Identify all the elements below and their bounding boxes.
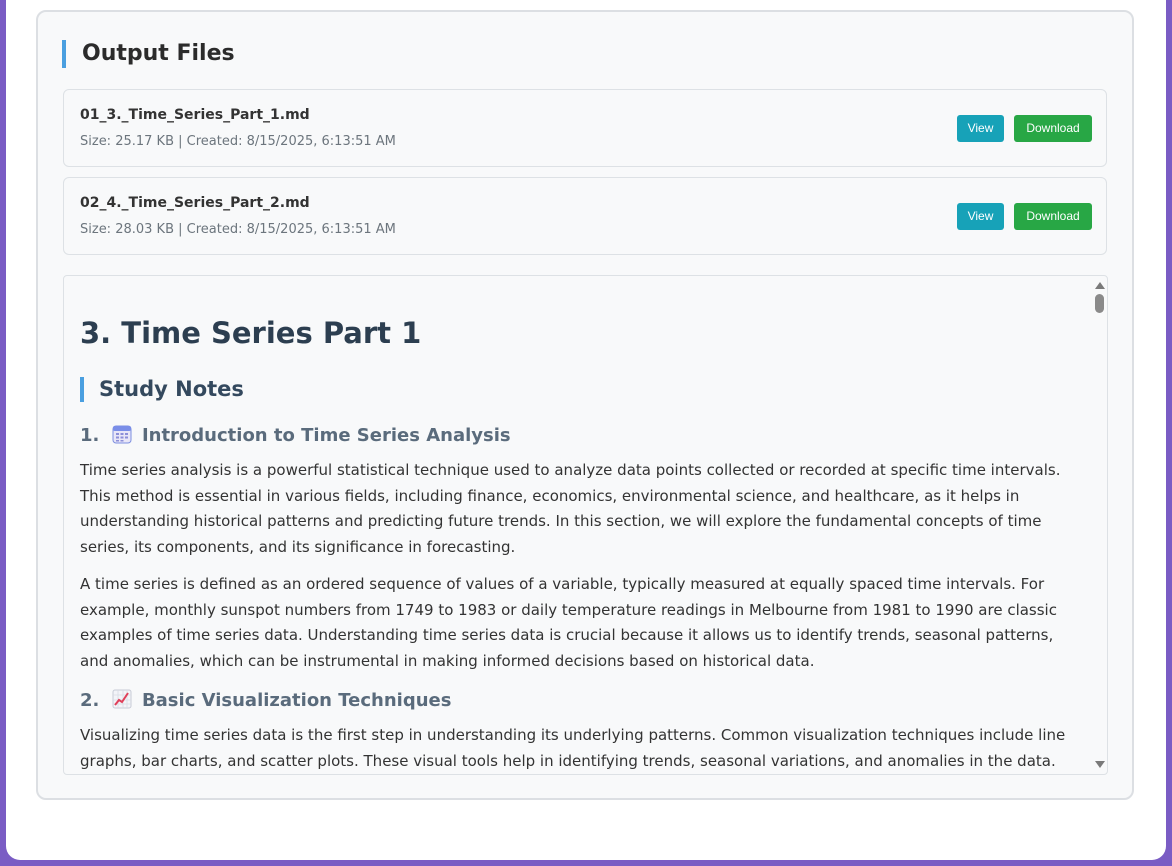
study-notes-heading: Study Notes bbox=[80, 377, 244, 402]
file-name: 02_4._Time_Series_Part_2.md bbox=[80, 195, 310, 211]
section-heading-2: 2. Basic Visualization Techniques bbox=[80, 689, 451, 713]
download-button[interactable]: Download bbox=[1014, 115, 1092, 142]
chart-increasing-icon bbox=[112, 689, 132, 709]
markdown-preview[interactable]: 3. Time Series Part 1 Study Notes 1. Int… bbox=[63, 275, 1108, 775]
scroll-down-arrow-icon[interactable] bbox=[1095, 761, 1105, 768]
file-meta: Size: 28.03 KB | Created: 8/15/2025, 6:1… bbox=[80, 222, 396, 237]
file-item: 02_4._Time_Series_Part_2.md Size: 28.03 … bbox=[63, 177, 1107, 255]
section-heading-1: 1. Introduction to Time Series Analysis bbox=[80, 424, 511, 448]
section-number: 2. bbox=[80, 690, 100, 711]
file-item: 01_3._Time_Series_Part_1.md Size: 25.17 … bbox=[63, 89, 1107, 167]
app-card: Output Files 01_3._Time_Series_Part_1.md… bbox=[6, 0, 1166, 860]
output-files-section: Output Files 01_3._Time_Series_Part_1.md… bbox=[36, 10, 1134, 800]
section-heading-text: Introduction to Time Series Analysis bbox=[141, 425, 511, 446]
view-button[interactable]: View bbox=[957, 115, 1004, 142]
section-heading-text: Basic Visualization Techniques bbox=[141, 690, 452, 711]
download-button[interactable]: Download bbox=[1014, 203, 1092, 230]
paragraph: Visualizing time series data is the firs… bbox=[80, 726, 1066, 770]
output-files-title: Output Files bbox=[62, 40, 235, 68]
scrollbar[interactable] bbox=[1093, 276, 1107, 774]
file-name: 01_3._Time_Series_Part_1.md bbox=[80, 107, 310, 123]
file-meta: Size: 25.17 KB | Created: 8/15/2025, 6:1… bbox=[80, 134, 396, 149]
scroll-up-arrow-icon[interactable] bbox=[1095, 282, 1105, 289]
section-number: 1. bbox=[80, 425, 100, 446]
paragraph: A time series is defined as an ordered s… bbox=[80, 575, 1057, 670]
calendar-icon bbox=[112, 424, 132, 444]
doc-title: 3. Time Series Part 1 bbox=[80, 316, 422, 350]
view-button[interactable]: View bbox=[957, 203, 1004, 230]
paragraph: Time series analysis is a powerful stati… bbox=[80, 461, 1061, 556]
scroll-thumb[interactable] bbox=[1095, 294, 1104, 313]
